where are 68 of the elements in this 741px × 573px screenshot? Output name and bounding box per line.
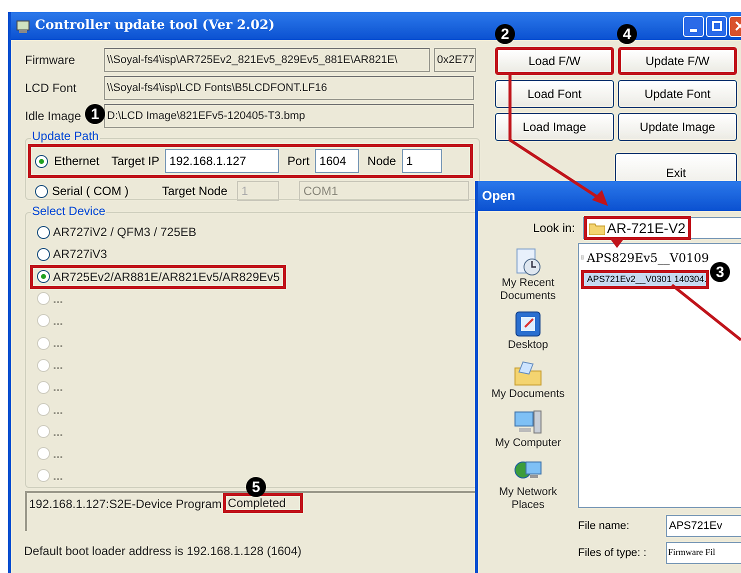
places-item[interactable]: My Network Places [483,456,573,512]
radio-label: ... [53,446,64,463]
radio-label: ... [53,468,64,485]
file-name-field[interactable]: APS721Ev [666,515,741,537]
radio-label: AR725Ev2/AR881E/AR821Ev5/AR829Ev5 [53,268,280,286]
minimize-button[interactable] [683,16,704,36]
path-field[interactable]: \\Soyal-fs4\isp\AR725Ev2_821Ev5_829Ev5_881E\AR821E\ [104,48,430,72]
field-label: Port [287,153,310,170]
command-button[interactable]: Load F/W [495,47,614,75]
path-field[interactable]: D:\LCD Image\821EFv5-120405-T3.bmp [104,104,474,128]
radio-label: AR727iV2 / QFM3 / 725EB [53,224,196,242]
leader-line [671,284,741,342]
field-label: Firmware [24,52,76,69]
radio-label: Serial ( COM ) [52,183,130,200]
places-item[interactable]: My Documents [483,358,573,401]
field-label: Files of type: : [578,546,648,561]
look-in-dropdown[interactable]: AR-721E-V2 [583,217,741,239]
radio-button[interactable] [37,226,50,239]
radio-button[interactable] [37,248,50,261]
group-title: Update Path [31,130,100,142]
field-label: File name: [578,518,630,534]
field-label: Node [367,153,396,170]
radio-label: Ethernet [54,153,100,170]
places-item[interactable]: Desktop [483,309,573,352]
radio-label: ... [53,290,64,308]
app-icon [15,18,31,34]
group-title: Select Device [31,205,106,217]
desktop-icon [513,309,543,339]
file-item[interactable]: APS829Ev5__V0109 [581,248,709,267]
node-field: 1 [237,181,280,201]
field-label: Look in: [533,220,576,237]
node-field[interactable]: 1 [402,149,442,173]
maximize-button[interactable] [706,16,727,36]
arrow [611,240,623,248]
field-label: LCD Font [24,80,78,97]
window-title: Controller update tool (Ver 2.02) [35,17,275,36]
port-field[interactable]: 1604 [315,149,360,173]
field-label: Idle Image [24,108,82,125]
radio-label: ... [53,357,64,374]
command-button[interactable]: Load Font [495,80,614,108]
file-item[interactable]: APS721Ev2__V0301 140304. [581,270,709,289]
radio-button[interactable] [37,270,50,284]
look-in-value: AR-721E-V2 [607,218,686,238]
command-button[interactable]: Update F/W [618,47,737,75]
ip-field[interactable]: 192.168.1.127 [165,149,280,173]
status-text: 192.168.1.127:S2E-Device Program [29,496,222,513]
radio-label: ... [53,335,64,352]
radio-label: ... [53,312,64,330]
command-button[interactable]: Update Font [618,80,737,108]
radio-button[interactable] [35,154,48,168]
places-item[interactable]: My Computer [483,407,573,450]
radio-button[interactable] [35,184,48,198]
file-type-dropdown[interactable]: Firmware Fil [666,542,741,564]
path-field[interactable]: \\Soyal-fs4\isp\LCD Fonts\B5LCDFONT.LF16 [104,76,474,100]
places-item[interactable]: My Recent Documents [483,247,573,303]
status-result: Completed [228,494,286,512]
folder-icon [589,222,605,234]
field-label: Target IP [111,153,160,170]
command-button[interactable]: Load Image [495,113,614,141]
radio-label: AR727iV3 [53,246,108,264]
field-label: Target Node [162,183,228,200]
radio-label: ... [53,379,64,396]
footer-text: Default boot loader address is 192.168.1.128 (1604) [24,543,303,560]
radio-label: ... [53,402,64,419]
dialog-title: Open [482,187,516,206]
checksum-field[interactable]: 0x2E77 [434,48,476,72]
radio-label: ... [53,424,64,441]
command-button[interactable]: Update Image [618,113,737,141]
